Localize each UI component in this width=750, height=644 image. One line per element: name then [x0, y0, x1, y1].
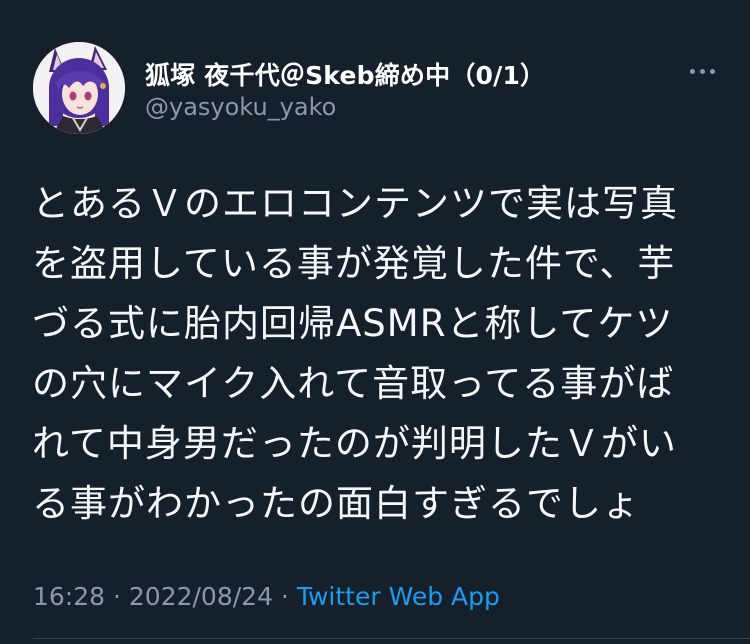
tweet-text-line: とあるＶのエロコンテンツで実は写真 — [32, 182, 678, 225]
more-dot-icon — [699, 68, 705, 74]
tweet-meta: 16:28 · 2022/08/24 · Twitter Web App — [33, 582, 500, 611]
tweet-text-line: る事がわかったの面白すぎるでしょ — [32, 482, 640, 525]
handle[interactable]: @yasyoku_yako — [145, 93, 336, 121]
tweet-text-line: れて中身男だったのが判明したＶがい — [32, 422, 677, 465]
meta-separator: · — [105, 582, 129, 611]
display-name[interactable]: 狐塚 夜千代＠Skeb締め中（0/1） — [145, 56, 545, 92]
more-options-button[interactable] — [680, 56, 724, 86]
tweet-text-line: づる式に胎内回帰ASMRと称してケツ — [32, 302, 674, 345]
tweet-time[interactable]: 16:28 — [33, 582, 105, 611]
tweet-text-line: の穴にマイク入れて音取ってる事がば — [32, 362, 675, 405]
tweet-text: とあるＶのエロコンテンツで実は写真 を盗用している事が発覚した件で、芋 づる式に… — [32, 174, 722, 534]
more-dot-icon — [689, 68, 695, 74]
avatar-image-icon — [33, 42, 125, 134]
source-link[interactable]: Twitter Web App — [297, 582, 500, 611]
tweet: 狐塚 夜千代＠Skeb締め中（0/1） @yasyoku_yako とあるＶのエ… — [0, 0, 750, 644]
divider — [33, 638, 750, 639]
tweet-date[interactable]: 2022/08/24 — [129, 582, 273, 611]
tweet-text-line: を盗用している事が発覚した件で、芋 — [32, 242, 676, 285]
meta-separator: · — [272, 582, 297, 611]
more-dot-icon — [709, 68, 715, 74]
avatar[interactable] — [33, 42, 125, 134]
